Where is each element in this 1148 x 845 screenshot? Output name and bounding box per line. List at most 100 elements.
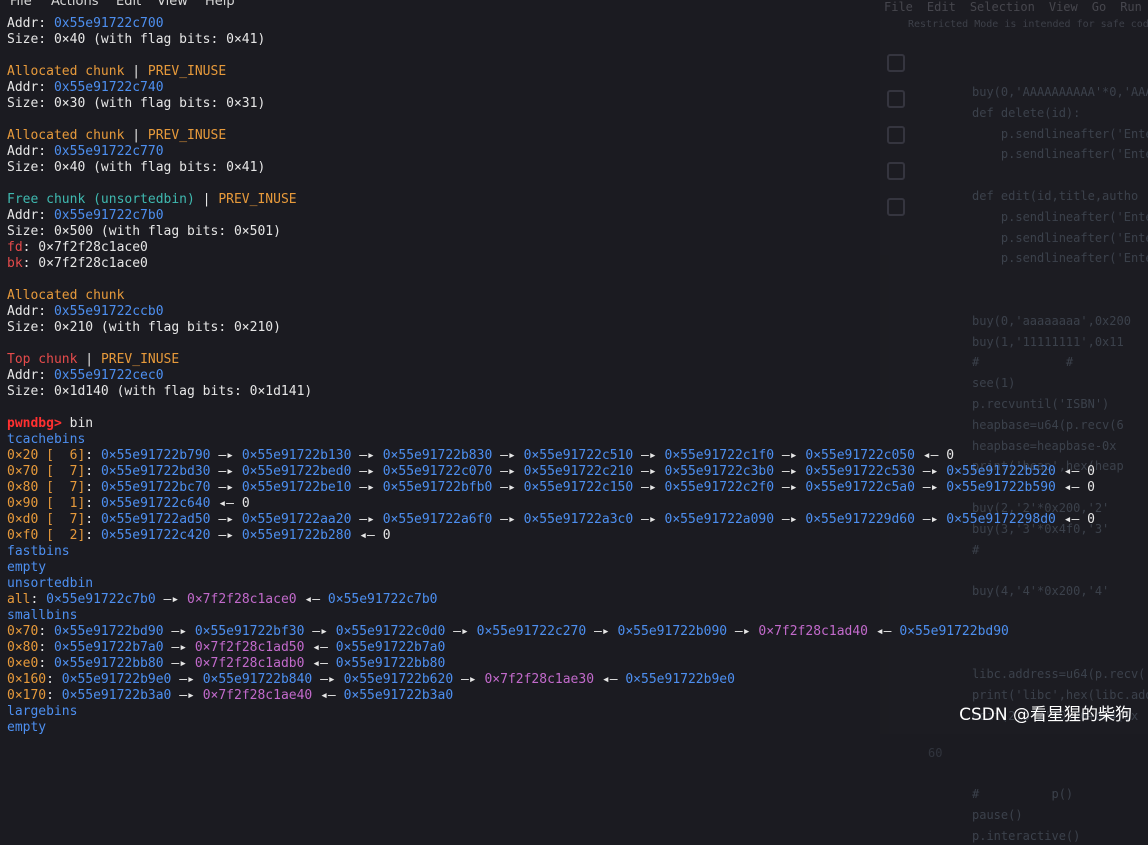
terminal-text: ◂— 0 — [1055, 464, 1095, 479]
address-text: 0×55e91722bd90 — [899, 624, 1009, 639]
terminal-text: empty — [7, 720, 47, 734]
terminal-text: 0×80 — [7, 640, 39, 655]
terminal-text: —▸ — [351, 448, 383, 463]
terminal-text: —▸ — [633, 512, 665, 527]
address-text: 0×55e91722b3a0 — [61, 688, 172, 703]
terminal-line: 0×20 [ 6]: 0×55e91722b790 —▸ 0×55e91722b… — [7, 448, 1148, 464]
terminal-text: : — [30, 592, 47, 607]
address-text: 0×55e917229d60 — [805, 512, 915, 527]
terminal-text: 0×160 — [7, 672, 47, 687]
terminal-text: Allocated chunk — [7, 64, 125, 79]
menu-help[interactable]: Help — [205, 0, 235, 9]
terminal-text: —▸ — [163, 640, 195, 655]
address-text: 0×55e91722aa20 — [241, 512, 352, 527]
terminal-text: : — [85, 496, 101, 511]
terminal-line: Free chunk (unsortedbin) | PREV_INUSE — [7, 192, 1148, 208]
address-text: 0×55e91722b7a0 — [53, 640, 164, 655]
terminal-text: —▸ — [351, 480, 383, 495]
terminal-text: —▸ — [774, 464, 806, 479]
terminal-line: 0×80: 0×55e91722b7a0 —▸ 0×7f2f28c1ad50 ◂… — [7, 640, 1148, 656]
address-text: 0×7f2f28c1ae30 — [484, 672, 595, 687]
terminal-line: Size: 0×40 (with flag bits: 0×41) — [7, 32, 1148, 48]
address-text: 0x55e91722ccb0 — [53, 304, 164, 319]
terminal-text: PREV_INUSE — [147, 64, 227, 79]
terminal-text: Addr: — [7, 304, 54, 319]
terminal-line: Addr: 0x55e91722c740 — [7, 80, 1148, 96]
terminal-text: | — [124, 128, 148, 143]
terminal-line: Size: 0×210 (with flag bits: 0×210) — [7, 320, 1148, 336]
terminal-text: —▸ — [210, 528, 242, 543]
terminal-line: pwndbg> bin — [7, 416, 1148, 432]
menu-file[interactable]: File — [10, 0, 32, 9]
terminal-text: ◂— 0 — [1055, 512, 1095, 527]
terminal-text: Size: 0×40 (with flag bits: 0×41) — [7, 160, 266, 175]
terminal-text: : — [38, 656, 54, 671]
address-text: 0×55e91722bd30 — [100, 464, 211, 479]
terminal-text: : — [38, 640, 54, 655]
terminal-text: —▸ — [351, 512, 383, 527]
address-text: 0×55e91722be10 — [241, 480, 352, 495]
address-text: 0×55e91722bb80 — [335, 656, 446, 671]
terminal-text: : 0×7f2f28c1ace0 — [22, 256, 148, 271]
terminal-text: bk — [7, 256, 23, 271]
terminal-text: largebins — [7, 704, 78, 719]
terminal-text: —▸ — [492, 448, 524, 463]
terminal-text: fd — [7, 240, 23, 255]
terminal-line: bk: 0×7f2f28c1ace0 — [7, 256, 1148, 272]
menu-edit[interactable]: Edit — [116, 0, 141, 9]
terminal-text: —▸ — [492, 464, 524, 479]
terminal-text: Addr: — [7, 368, 54, 383]
terminal-text: —▸ — [774, 512, 806, 527]
terminal-text: —▸ — [633, 448, 665, 463]
line-number — [928, 824, 972, 840]
terminal-text: Top chunk — [7, 352, 78, 367]
terminal-output[interactable]: Addr: 0x55e91722c700 Size: 0×40 (with fla… — [7, 16, 1148, 734]
terminal-text: —▸ — [163, 656, 195, 671]
terminal-text: 0×70 — [7, 624, 39, 639]
terminal-line: Addr: 0x55e91722c770 — [7, 144, 1148, 160]
terminal-text: : — [85, 512, 101, 527]
terminal-text: | — [194, 192, 219, 207]
menu-actions[interactable]: Actions — [51, 0, 99, 9]
code-text: p.interactive() — [972, 828, 1081, 843]
terminal-text: : — [85, 480, 101, 495]
address-text: 0×55e91722a6f0 — [382, 512, 493, 527]
terminal-text: —▸ — [210, 448, 242, 463]
terminal-text: : — [85, 528, 101, 543]
address-text: 0×7f2f28c1adb0 — [194, 656, 305, 671]
terminal-text: —▸ — [163, 624, 195, 639]
terminal-text: ◂— 0 — [351, 528, 391, 543]
terminal-text: —▸ — [171, 688, 203, 703]
terminal-text: Addr: — [7, 144, 54, 159]
code-line: pause() — [928, 803, 1148, 824]
address-text: 0x55e91722c700 — [53, 16, 164, 31]
terminal-text: —▸ — [453, 672, 485, 687]
address-text: 0×55e91722a3c0 — [523, 512, 634, 527]
address-text: 0×55e91722b790 — [100, 448, 211, 463]
address-text: 0×55e91722c050 — [805, 448, 915, 463]
terminal-text: ◂— — [304, 640, 336, 655]
code-text: # p() — [972, 787, 1074, 802]
terminal-line: 0×d0 [ 7]: 0×55e91722ad50 —▸ 0×55e91722a… — [7, 512, 1148, 528]
address-text: 0×55e91722c3b0 — [664, 464, 775, 479]
terminal-text: fastbins — [7, 544, 70, 559]
terminal-line: Addr: 0x55e91722ccb0 — [7, 304, 1148, 320]
terminal-line: 0×80 [ 7]: 0×55e91722bc70 —▸ 0×55e91722b… — [7, 480, 1148, 496]
terminal-text: —▸ — [155, 592, 188, 607]
terminal-text: —▸ — [171, 672, 203, 687]
address-text: 0x55e91722cec0 — [53, 368, 164, 383]
terminal-text: —▸ — [351, 464, 383, 479]
code-text: pause() — [972, 808, 1023, 823]
terminal-text: : — [46, 672, 62, 687]
code-line: # p() — [928, 782, 1148, 803]
menu-view[interactable]: View — [157, 0, 188, 9]
terminal-text: tcachebins — [7, 432, 86, 447]
address-text: 0×55e91722c530 — [805, 464, 915, 479]
terminal-text: ◂— — [594, 672, 626, 687]
terminal-text: Addr: — [7, 16, 54, 31]
line-number — [928, 782, 972, 798]
line-number — [928, 803, 972, 819]
terminal-text: —▸ — [914, 464, 947, 479]
address-text: 0×55e91722c7b0 — [46, 592, 156, 607]
